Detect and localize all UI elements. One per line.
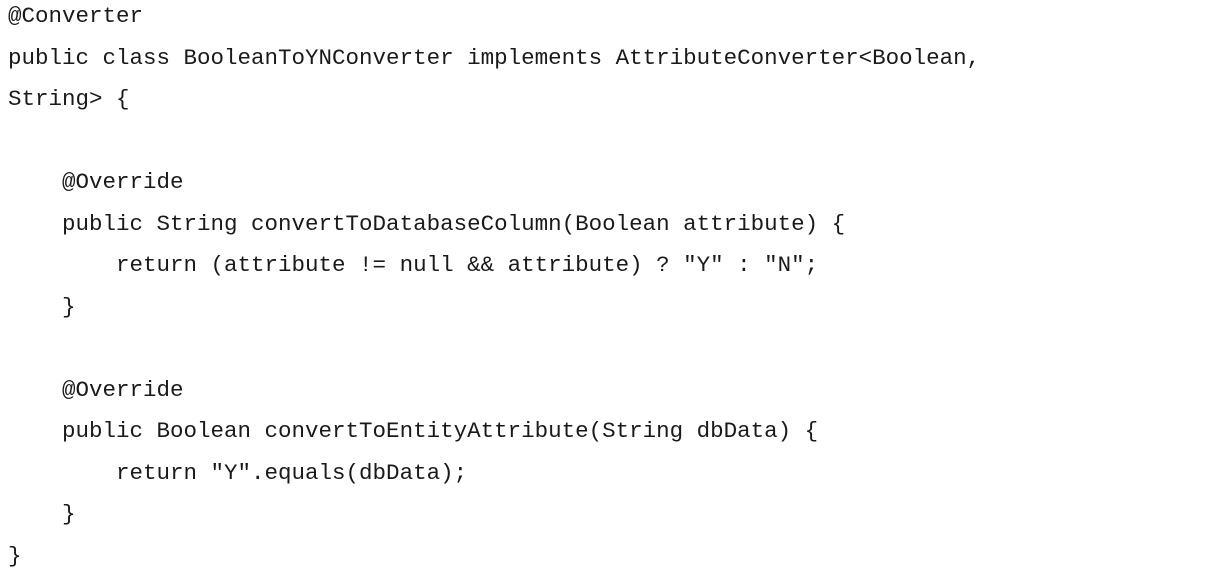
code-line-return-statement: return (attribute != null && attribute) … — [8, 252, 819, 278]
code-line-class-declaration-continued: String> { — [8, 86, 130, 112]
code-line-annotation: @Converter — [8, 3, 144, 29]
code-line-return-statement: return "Y".equals(dbData); — [8, 459, 468, 486]
code-line-class-closing-brace: } — [8, 542, 22, 569]
code-line-closing-brace: } — [8, 293, 76, 320]
code-line-override-annotation: @Override — [8, 376, 184, 403]
code-line-method-signature: public String convertToDatabaseColumn(Bo… — [8, 210, 846, 237]
code-listing: @Converter public class BooleanToYNConve… — [8, 0, 1198, 577]
code-line-class-declaration: public class BooleanToYNConverter implem… — [8, 44, 981, 71]
code-line-method-signature: public Boolean convertToEntityAttribute(… — [8, 418, 819, 444]
code-line-closing-brace: } — [8, 501, 76, 527]
code-line-override-annotation: @Override — [8, 169, 184, 195]
